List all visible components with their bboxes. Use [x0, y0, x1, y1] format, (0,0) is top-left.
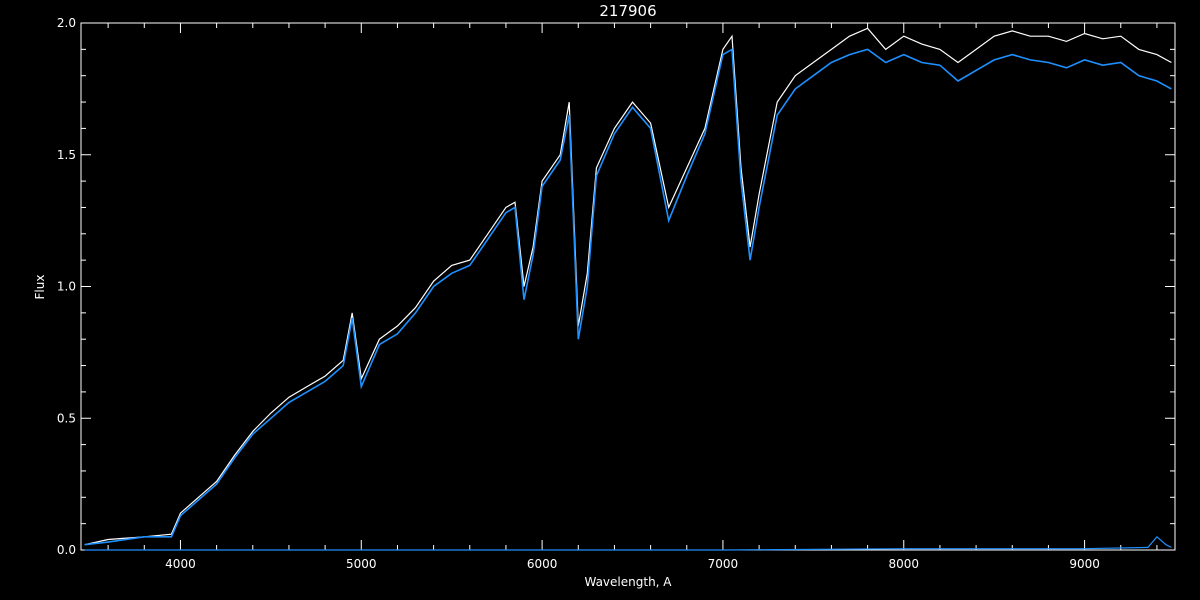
series-layer: [84, 27, 1172, 551]
x-tick-label: 7000: [708, 557, 739, 571]
y-tick-label: 0.5: [57, 411, 76, 425]
axis-ticks: [81, 22, 1175, 551]
x-tick-label: 4000: [165, 557, 196, 571]
x-tick-label: 5000: [346, 557, 377, 571]
y-tick-label: 1.5: [57, 148, 76, 162]
series-line-0: [84, 27, 1172, 546]
spectrum-chart: 217906 4000 5000 6000 7000 8000 9000 0.0 0.5 1.0…: [33, 2, 1176, 589]
x-axis-label: Wavelength, A: [584, 575, 672, 589]
y-tick-label: 0.0: [57, 543, 76, 557]
y-tick-label: 1.0: [57, 280, 76, 294]
series-line-2: [84, 535, 1172, 551]
y-axis-label: Flux: [33, 275, 47, 300]
x-tick-label: 6000: [527, 557, 558, 571]
chart-title: 217906: [599, 2, 656, 20]
x-tick-label: 9000: [1069, 557, 1100, 571]
x-tick-label: 8000: [888, 557, 919, 571]
plot-frame: [80, 22, 1176, 551]
series-line-1: [84, 48, 1172, 546]
y-tick-label: 2.0: [57, 16, 76, 30]
